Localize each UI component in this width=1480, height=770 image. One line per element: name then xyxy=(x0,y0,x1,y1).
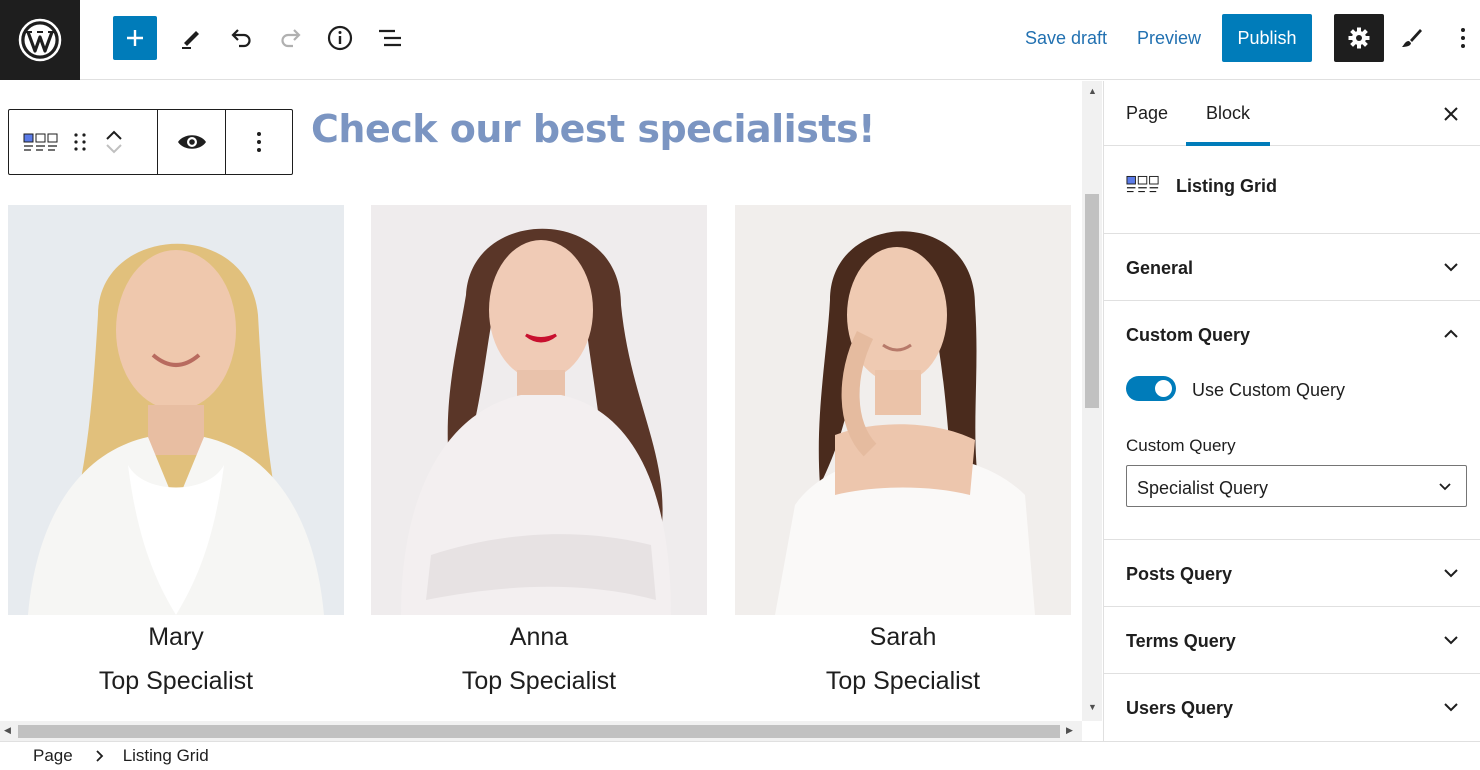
block-toolbar-group xyxy=(9,110,158,174)
chevron-up-icon[interactable] xyxy=(1442,327,1460,341)
listing-grid-icon[interactable] xyxy=(23,132,59,152)
scroll-up-icon[interactable]: ▲ xyxy=(1088,86,1097,96)
breadcrumb-page[interactable]: Page xyxy=(33,746,73,766)
move-arrows xyxy=(105,128,123,156)
chevron-down-icon xyxy=(1439,483,1451,491)
specialist-name: Anna xyxy=(509,623,569,651)
sidebar-tabs: Page Block xyxy=(1104,81,1480,146)
vertical-scroll-thumb[interactable] xyxy=(1085,194,1099,408)
breadcrumb-current[interactable]: Listing Grid xyxy=(123,746,209,766)
custom-query-label: Custom Query xyxy=(1126,436,1236,455)
scroll-left-icon[interactable]: ◀ xyxy=(4,725,11,736)
options-menu-button[interactable] xyxy=(1441,16,1480,60)
panel-posts-query[interactable]: Posts Query xyxy=(1104,540,1480,607)
redo-icon xyxy=(281,29,301,48)
redo-button[interactable] xyxy=(269,16,313,60)
panel-title: Posts Query xyxy=(1126,564,1233,584)
info-icon xyxy=(327,25,353,51)
eye-icon[interactable] xyxy=(177,132,207,152)
listing-card[interactable]: Anna Top Specialist xyxy=(371,205,707,696)
select-value: Specialist Query xyxy=(1137,478,1269,498)
listing-card[interactable]: Mary Top Specialist xyxy=(8,205,344,696)
block-name: Listing Grid xyxy=(1176,176,1277,196)
chevron-down-icon xyxy=(1444,703,1458,712)
specialist-photo xyxy=(8,205,344,615)
move-up-icon[interactable] xyxy=(105,128,123,142)
toggle-label: Use Custom Query xyxy=(1192,380,1346,400)
list-view-button[interactable] xyxy=(368,16,412,60)
more-vertical-icon[interactable] xyxy=(256,131,262,153)
panel-title: Users Query xyxy=(1126,698,1234,718)
tab-page[interactable]: Page xyxy=(1126,103,1168,124)
styles-button[interactable] xyxy=(1390,16,1434,60)
panel-terms-query[interactable]: Terms Query xyxy=(1104,607,1480,674)
specialist-name: Mary xyxy=(148,623,204,651)
specialist-photo xyxy=(371,205,707,615)
plus-icon xyxy=(127,30,143,46)
horizontal-scroll-thumb[interactable] xyxy=(18,725,1060,738)
tab-block[interactable]: Block xyxy=(1206,103,1250,124)
specialist-role: Top Specialist xyxy=(98,667,254,695)
tools-button[interactable] xyxy=(169,16,213,60)
use-custom-query-toggle[interactable] xyxy=(1126,376,1176,401)
gear-icon xyxy=(1348,27,1370,49)
chevron-down-icon xyxy=(1444,636,1458,645)
scroll-right-icon[interactable]: ▶ xyxy=(1066,725,1073,736)
specialist-role: Top Specialist xyxy=(461,667,617,695)
panel-title[interactable]: Custom Query xyxy=(1126,325,1250,346)
undo-button[interactable] xyxy=(219,16,263,60)
specialist-name: Sarah xyxy=(869,623,937,651)
settings-button[interactable] xyxy=(1334,14,1384,62)
chevron-down-icon xyxy=(1444,569,1458,578)
drag-handle-icon[interactable] xyxy=(73,132,87,152)
wordpress-logo-icon[interactable] xyxy=(0,0,80,80)
settings-sidebar: Page Block Listing Grid General Custom Q… xyxy=(1103,81,1480,741)
preview-toggle-group xyxy=(158,110,226,174)
move-down-icon[interactable] xyxy=(105,142,123,156)
horizontal-scrollbar[interactable]: ◀ ▶ xyxy=(0,721,1082,741)
block-options-group xyxy=(226,110,292,174)
brush-icon xyxy=(1402,29,1422,47)
editor-top-bar: Save draft Preview Publish xyxy=(0,0,1480,80)
publish-button[interactable]: Publish xyxy=(1222,14,1312,62)
preview-button[interactable]: Preview xyxy=(1137,28,1201,49)
panel-users-query[interactable]: Users Query xyxy=(1104,674,1480,741)
details-button[interactable] xyxy=(318,16,362,60)
block-toolbar xyxy=(8,109,293,175)
editor-canvas: Check our best specialists! Mary Top Spe… xyxy=(0,81,1082,721)
close-icon[interactable] xyxy=(1441,104,1461,124)
toggle-knob xyxy=(1155,380,1172,397)
specialist-photo xyxy=(735,205,1071,615)
chevron-right-icon xyxy=(96,750,103,762)
panel-title: General xyxy=(1126,258,1194,278)
more-vertical-icon xyxy=(1461,28,1465,48)
vertical-scrollbar[interactable]: ▲ ▼ xyxy=(1082,81,1102,721)
listing-grid-icon xyxy=(1126,175,1159,193)
scroll-down-icon[interactable]: ▼ xyxy=(1088,702,1097,712)
undo-icon xyxy=(231,29,251,48)
page-heading[interactable]: Check our best specialists! xyxy=(311,107,875,151)
specialist-role: Top Specialist xyxy=(825,667,981,695)
list-view-icon xyxy=(379,29,401,47)
panel-title: Terms Query xyxy=(1126,631,1236,651)
custom-query-select[interactable]: Specialist Query xyxy=(1126,465,1467,507)
panel-custom-query: Custom Query Use Custom Query Custom Que… xyxy=(1104,301,1480,540)
panel-general[interactable]: General xyxy=(1104,234,1480,301)
listing-card[interactable]: Sarah Top Specialist xyxy=(735,205,1071,696)
pencil-icon xyxy=(182,31,199,49)
add-block-button[interactable] xyxy=(113,16,157,60)
block-card: Listing Grid xyxy=(1104,146,1480,234)
breadcrumb: Page Listing Grid xyxy=(0,741,1480,770)
save-draft-button[interactable]: Save draft xyxy=(1025,28,1107,49)
chevron-down-icon xyxy=(1444,263,1458,272)
